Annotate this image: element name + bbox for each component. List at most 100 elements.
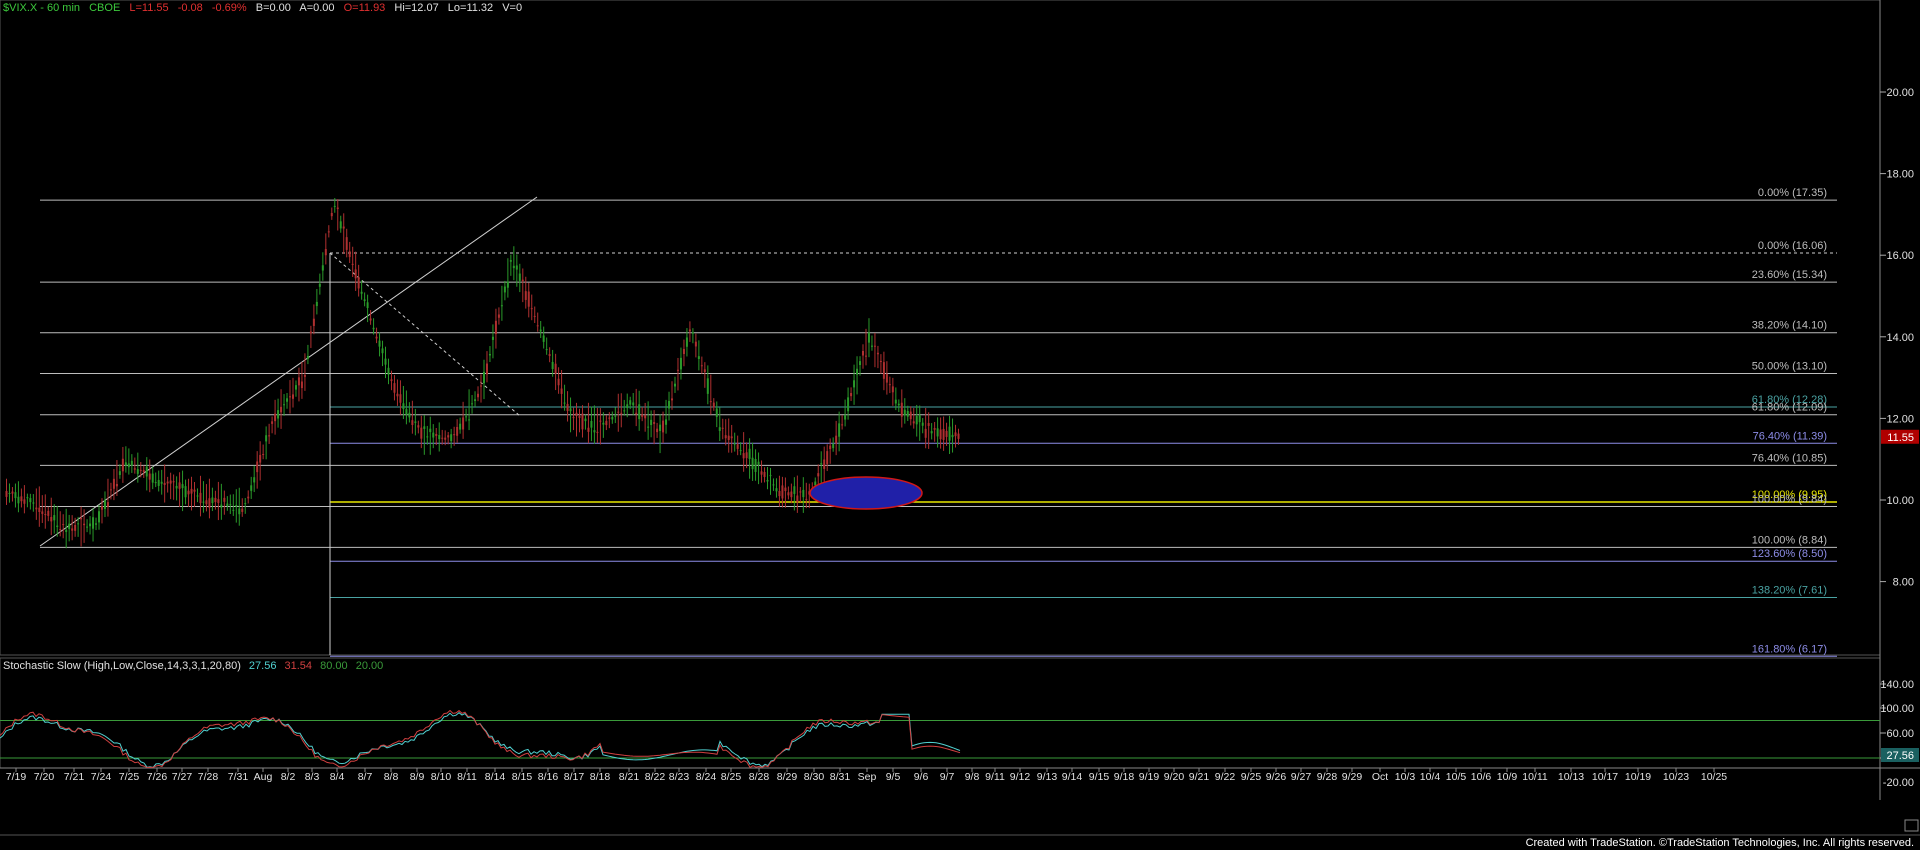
- candle-body: [127, 463, 130, 468]
- fib-label: 50.00% (13.10): [1752, 361, 1827, 373]
- candle-body: [130, 460, 133, 466]
- candle-body: [35, 507, 38, 510]
- candle-body: [92, 517, 95, 529]
- candle-body: [757, 461, 760, 465]
- candle-body: [235, 505, 238, 507]
- candle-body: [151, 473, 154, 483]
- date-tick-label: 9/5: [886, 771, 901, 783]
- price-tick-label: 20.00: [1886, 87, 1914, 99]
- candle-body: [671, 398, 674, 401]
- candle-body: [86, 526, 89, 528]
- date-tick-label: Aug: [254, 771, 273, 783]
- candle-body: [196, 495, 199, 497]
- candle-body: [626, 404, 629, 409]
- fib-label: 23.60% (15.34): [1752, 269, 1827, 281]
- trend-lines: [39, 196, 1837, 655]
- stoch-tick-label: 100.00: [1880, 703, 1914, 715]
- candle-body: [232, 509, 235, 511]
- candle-body: [32, 502, 35, 504]
- candle-body: [906, 410, 909, 417]
- candle-body: [312, 318, 315, 326]
- price-tick-label: 8.00: [1893, 577, 1914, 589]
- candle-body: [163, 482, 166, 485]
- date-tick-label: 9/11: [985, 771, 1005, 783]
- candle-body: [629, 400, 632, 405]
- date-tick-label: 10/19: [1625, 771, 1651, 783]
- fib-label: 76.40% (11.39): [1753, 430, 1827, 442]
- price-chart[interactable]: 0.00% (17.35) 23.60% (15.34) 38.20% (14.10…: [0, 0, 1920, 850]
- date-tick-label: 8/8: [384, 771, 399, 783]
- candle-body: [876, 352, 879, 355]
- candle-body: [351, 263, 354, 265]
- candle-body: [703, 369, 706, 372]
- candle-body: [289, 396, 292, 398]
- date-tick-label: 8/21: [619, 771, 640, 783]
- candle-body: [599, 420, 602, 422]
- trendline-rising[interactable]: [39, 196, 538, 547]
- candle-body: [715, 408, 718, 417]
- candle-body: [244, 503, 247, 505]
- candle-body: [241, 508, 244, 512]
- candle-body: [829, 445, 832, 450]
- candle-body: [909, 411, 912, 420]
- candle-body: [724, 435, 727, 439]
- candle-body: [357, 277, 360, 289]
- date-tick-label: 9/7: [940, 771, 955, 783]
- candle-body: [491, 336, 494, 340]
- candle-body: [605, 420, 608, 426]
- candle-body: [68, 523, 71, 529]
- target-ellipse[interactable]: [809, 476, 923, 510]
- candle-body: [136, 469, 139, 474]
- candle-body: [957, 433, 960, 439]
- candle-body: [384, 358, 387, 365]
- candle-body: [820, 463, 823, 465]
- date-tick-label: 9/15: [1089, 771, 1110, 783]
- candle-body: [548, 354, 551, 357]
- candle-body: [745, 452, 748, 459]
- candle-body: [778, 490, 781, 497]
- candle-body: [369, 318, 372, 321]
- candle-body: [784, 487, 787, 492]
- candle-body: [74, 524, 77, 531]
- candle-body: [557, 378, 560, 386]
- candle-body: [303, 375, 306, 377]
- candle-body: [620, 412, 623, 414]
- candle-body: [503, 286, 506, 293]
- candle-body: [727, 435, 730, 440]
- candle-body: [518, 273, 521, 281]
- candle-body: [121, 458, 124, 472]
- candle-body: [348, 251, 351, 258]
- candle-body: [596, 431, 599, 433]
- candle-body: [593, 430, 596, 433]
- date-tick-label: 9/12: [1010, 771, 1031, 783]
- candle-body: [942, 428, 945, 440]
- price-tick-label: 10.00: [1886, 495, 1914, 507]
- date-tick-label: 7/24: [91, 771, 112, 783]
- candle-body: [333, 205, 336, 207]
- candle-body: [796, 495, 799, 503]
- candle-body: [482, 371, 485, 384]
- candle-body: [635, 412, 638, 415]
- candle-body: [521, 279, 524, 282]
- price-tick-label: 16.00: [1886, 250, 1914, 262]
- candle-body: [733, 443, 736, 445]
- candle-body: [581, 413, 584, 430]
- candle-body: [363, 299, 366, 302]
- candle-body: [862, 350, 865, 356]
- candle-body: [89, 523, 92, 527]
- candle-body: [512, 265, 515, 269]
- candle-body: [112, 478, 115, 489]
- candle-body: [306, 355, 309, 359]
- candle-body: [673, 383, 676, 387]
- candle-body: [590, 420, 593, 428]
- candle-body: [823, 459, 826, 469]
- candle-body: [560, 388, 563, 394]
- candle-body: [280, 406, 283, 413]
- date-tick-label: 8/22: [645, 771, 666, 783]
- date-tick-label: 8/4: [330, 771, 345, 783]
- candle-body: [402, 403, 405, 410]
- date-tick-label: Oct: [1372, 771, 1388, 783]
- candle-body: [181, 484, 184, 489]
- candle-body: [297, 377, 300, 386]
- candle-body: [879, 360, 882, 362]
